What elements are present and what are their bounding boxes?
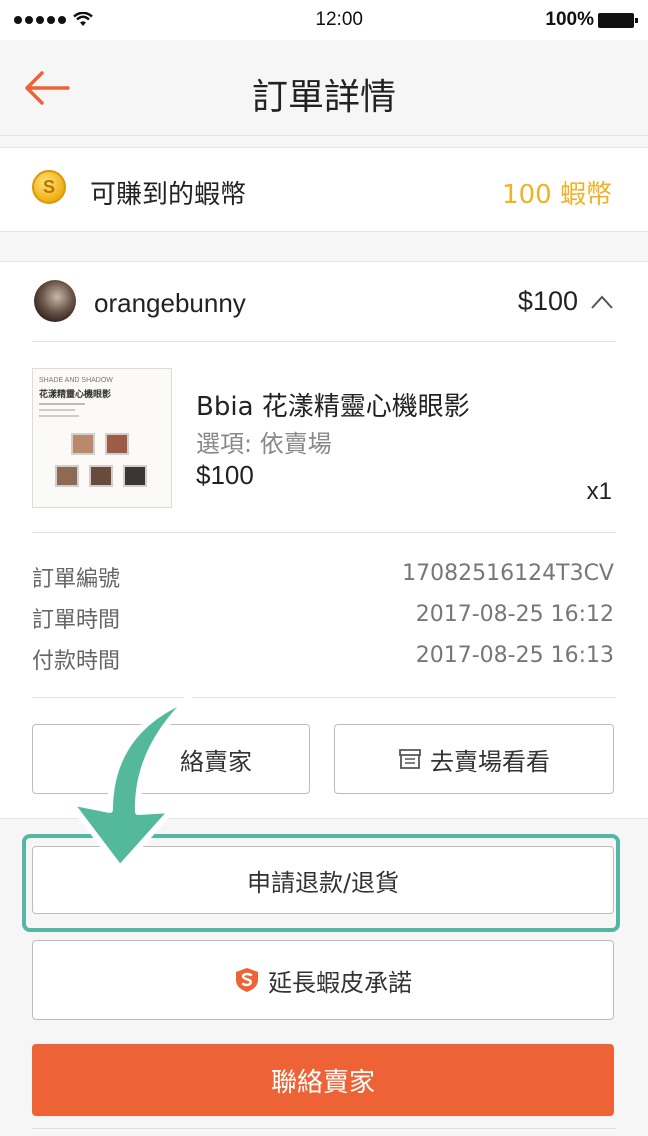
product-option: 選項: 依賣場 <box>196 430 332 458</box>
order-total: $100 <box>517 286 578 316</box>
contact-seller-primary-label: 聯絡賣家 <box>270 1067 375 1098</box>
contact-seller-primary-button[interactable]: 聯絡賣家 <box>32 1044 614 1116</box>
battery-indicator: 100% <box>545 9 638 31</box>
shop-header[interactable]: orangebunny $100 <box>0 262 648 342</box>
status-bar: 12:00 100% <box>0 0 648 40</box>
shield-s-icon <box>236 968 258 992</box>
thumb-caption-2: 花漾精靈心機眼影 <box>39 390 112 400</box>
avatar <box>34 280 76 322</box>
payment-time-row: 付款時間 2017-08-25 16:13 <box>32 643 614 674</box>
visit-shop-label: 去賣場看看 <box>430 747 550 776</box>
contact-seller-button[interactable]: 絡賣家 <box>32 724 310 794</box>
highlight-outline <box>22 834 620 932</box>
signal-icon <box>14 12 93 28</box>
coin-icon: S <box>32 170 66 204</box>
nav-bar: 訂單詳情 <box>0 40 648 136</box>
visit-shop-button[interactable]: 去賣場看看 <box>334 724 614 794</box>
order-time-label: 訂單時間 <box>32 608 121 633</box>
divider <box>32 1128 616 1129</box>
order-time-value: 2017-08-25 16:12 <box>415 602 614 627</box>
order-number-row: 訂單編號 17082516124T3CV <box>32 561 614 592</box>
section-gap <box>0 232 648 262</box>
order-number-label: 訂單編號 <box>32 567 121 592</box>
wifi-icon <box>73 12 93 26</box>
battery-percent: 100% <box>545 9 594 30</box>
payment-time-label: 付款時間 <box>32 649 121 674</box>
chevron-up-icon[interactable] <box>590 294 614 310</box>
shop-name: orangebunny <box>94 288 246 318</box>
payment-time-value: 2017-08-25 16:13 <box>415 643 614 668</box>
storefront-icon <box>399 749 421 769</box>
order-info: 訂單編號 17082516124T3CV 訂單時間 2017-08-25 16:… <box>0 533 648 697</box>
extend-guarantee-label: 延長蝦皮承諾 <box>268 968 412 997</box>
extend-guarantee-button[interactable]: 延長蝦皮承諾 <box>32 940 614 1020</box>
product-price: $100 <box>196 460 254 490</box>
status-time: 12:00 <box>315 9 363 30</box>
thumb-caption-1: SHADE AND SHADOW <box>39 377 113 384</box>
order-number-value: 17082516124T3CV <box>402 561 614 586</box>
battery-icon <box>598 12 638 28</box>
page-title: 訂單詳情 <box>251 77 396 118</box>
coins-label: 可賺到的蝦幣 <box>90 180 247 210</box>
coins-value: 100 蝦幣 <box>502 180 612 210</box>
coins-row: S 可賺到的蝦幣 100 蝦幣 <box>0 148 648 232</box>
order-time-row: 訂單時間 2017-08-25 16:12 <box>32 602 614 633</box>
product-quantity: x1 <box>586 478 612 505</box>
action-row: 絡賣家 去賣場看看 <box>0 698 648 818</box>
product-item[interactable]: SHADE AND SHADOW 花漾精靈心機眼影 Bbia 花漾精靈心機眼影 … <box>0 342 648 532</box>
contact-seller-label: 絡賣家 <box>180 747 252 776</box>
product-name: Bbia 花漾精靈心機眼影 <box>196 392 470 422</box>
product-image: SHADE AND SHADOW 花漾精靈心機眼影 <box>32 368 172 508</box>
section-gap <box>0 136 648 148</box>
